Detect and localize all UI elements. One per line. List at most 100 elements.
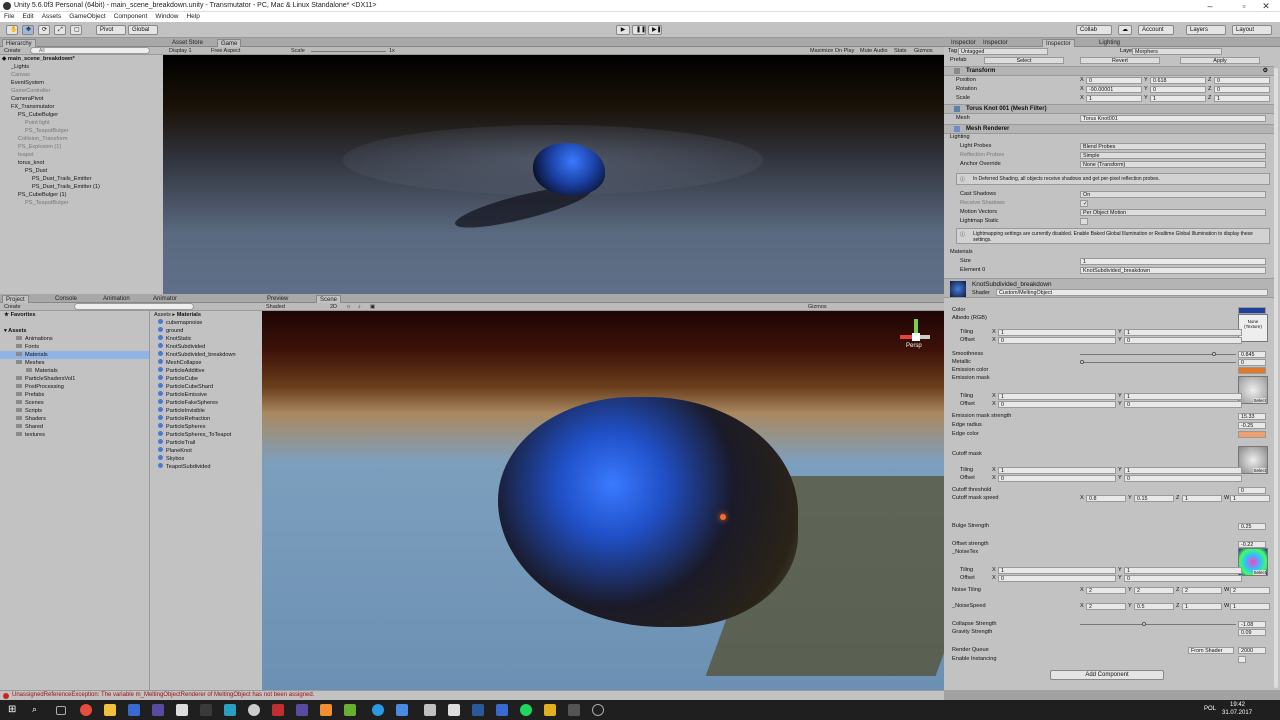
- layers-dropdown[interactable]: Layers: [1186, 25, 1226, 35]
- material-asset-item[interactable]: ParticleSpheres: [152, 423, 260, 431]
- material-element-field[interactable]: KnotSubdivided_breakdown: [1080, 266, 1266, 274]
- material-asset-item[interactable]: Skybox: [152, 455, 260, 463]
- tab-asset-store[interactable]: Asset Store: [169, 39, 206, 47]
- folder-item[interactable]: ParticleShadersVol1: [0, 375, 149, 383]
- tab-scene[interactable]: Scene: [316, 295, 342, 303]
- game-viewport[interactable]: [163, 55, 944, 294]
- scale-tool-icon[interactable]: ⤢: [54, 25, 66, 35]
- offset-field[interactable]: 0: [998, 474, 1116, 482]
- material-asset-item[interactable]: PlaneKnot: [152, 447, 260, 455]
- hierarchy-item[interactable]: EventSystem: [0, 79, 163, 87]
- folder-item[interactable]: Materials: [0, 351, 149, 359]
- tab-project[interactable]: Project: [2, 295, 29, 303]
- keyboard-language[interactable]: POL: [1204, 706, 1216, 712]
- clock-time[interactable]: 19:42: [1230, 702, 1245, 708]
- material-asset-item[interactable]: KnotSubdivided: [152, 343, 260, 351]
- tab-animation[interactable]: Animation: [100, 295, 133, 303]
- task-view-icon[interactable]: [56, 706, 66, 715]
- layer-dropdown[interactable]: Morphers: [1132, 47, 1222, 55]
- folder-item[interactable]: Scripts: [0, 407, 149, 415]
- menu-component[interactable]: Component: [110, 12, 152, 21]
- hierarchy-item[interactable]: PS_CubeBulger (1): [0, 191, 163, 199]
- folder-item[interactable]: Meshes: [0, 359, 149, 367]
- edge-color-swatch[interactable]: [1238, 430, 1266, 438]
- shader-dropdown[interactable]: Custom/MeltingObject: [996, 289, 1268, 296]
- render-queue-field[interactable]: 2000: [1238, 646, 1266, 654]
- pivot-toggle[interactable]: Pivot: [96, 25, 126, 35]
- smoothness-field[interactable]: 0.845: [1238, 350, 1266, 358]
- app-icon-3[interactable]: [200, 704, 212, 716]
- collapse-strength-slider[interactable]: [1080, 624, 1236, 625]
- hierarchy-item[interactable]: PS_TeapotBulger: [0, 199, 163, 207]
- cutoff-mask-speed-w-field[interactable]: 1: [1230, 494, 1270, 502]
- emission-mask-strength-field[interactable]: 15.33: [1238, 412, 1266, 420]
- tab-inspector-2[interactable]: Inspector: [980, 39, 1011, 47]
- hand-tool-icon[interactable]: ✋: [6, 25, 18, 35]
- material-asset-item[interactable]: ParticleCube: [152, 375, 260, 383]
- scale-slider[interactable]: [311, 51, 386, 52]
- transform-header[interactable]: Transform ⚙: [944, 66, 1274, 76]
- offset-field[interactable]: 0: [998, 574, 1116, 582]
- noise-speed-y-field[interactable]: 0.5: [1134, 602, 1174, 610]
- app-icon-2[interactable]: [176, 704, 188, 716]
- instancing-checkbox[interactable]: [1238, 655, 1246, 663]
- photoshop-icon[interactable]: [472, 704, 484, 716]
- renderer-checkbox[interactable]: [1080, 217, 1088, 225]
- inspector-scrollbar[interactable]: [1274, 68, 1278, 688]
- folder-item[interactable]: Fonts: [0, 343, 149, 351]
- menu-edit[interactable]: Edit: [18, 12, 37, 21]
- material-asset-item[interactable]: ParticleAdditive: [152, 367, 260, 375]
- chrome-icon[interactable]: [80, 704, 92, 716]
- folder-item[interactable]: Materials: [0, 367, 149, 375]
- renderer-dropdown[interactable]: Simple: [1080, 151, 1266, 159]
- offset-field[interactable]: 0: [998, 400, 1116, 408]
- tab-preview[interactable]: Preview: [264, 295, 291, 303]
- renderer-dropdown[interactable]: Per Object Motion: [1080, 208, 1266, 216]
- app-icon-4[interactable]: [224, 704, 236, 716]
- meshfilter-header[interactable]: Torus Knot 001 (Mesh Filter): [944, 104, 1274, 114]
- search-icon[interactable]: ⌕: [32, 704, 44, 716]
- 2d-toggle[interactable]: 2D: [330, 303, 337, 311]
- hierarchy-item[interactable]: PS_CubeBulger: [0, 111, 163, 119]
- collab-button[interactable]: Collab: [1076, 25, 1112, 35]
- add-component-button[interactable]: Add Component: [1050, 670, 1164, 680]
- material-asset-item[interactable]: cubemapnoise: [152, 319, 260, 327]
- offset-field[interactable]: 0: [1124, 474, 1242, 482]
- transform-z-field[interactable]: 0: [1214, 76, 1270, 84]
- tiling-field[interactable]: 1: [1124, 566, 1242, 574]
- material-header[interactable]: KnotSubdivided_breakdown Shader Custom/M…: [944, 278, 1274, 298]
- step-icon[interactable]: ▶❚: [648, 25, 662, 35]
- hierarchy-create-button[interactable]: Create: [4, 47, 21, 55]
- account-dropdown[interactable]: Account: [1138, 25, 1174, 35]
- menu-file[interactable]: File: [0, 12, 18, 21]
- material-asset-item[interactable]: ParticleRefraction: [152, 415, 260, 423]
- app-icon-7[interactable]: [344, 704, 356, 716]
- aspect-dropdown[interactable]: Free Aspect: [211, 47, 240, 55]
- material-asset-item[interactable]: ParticleTrail: [152, 439, 260, 447]
- maximize-on-play-toggle[interactable]: Maximize On Play: [810, 47, 854, 55]
- scene-orientation-gizmo[interactable]: Persp: [898, 319, 934, 353]
- layout-dropdown[interactable]: Layout: [1232, 25, 1272, 35]
- folder-item[interactable]: Shared: [0, 423, 149, 431]
- hierarchy-item[interactable]: _Lights: [0, 63, 163, 71]
- offset-field[interactable]: 0: [1124, 400, 1242, 408]
- cutoff-mask-speed-z-field[interactable]: 1: [1182, 494, 1222, 502]
- emission-color-swatch[interactable]: [1238, 366, 1266, 374]
- hierarchy-item[interactable]: Collision_Transform: [0, 135, 163, 143]
- rect-tool-icon[interactable]: ▢: [70, 25, 82, 35]
- noise-speed-w-field[interactable]: 1: [1230, 602, 1270, 610]
- play-icon[interactable]: ▶: [616, 25, 630, 35]
- transform-y-field[interactable]: 0: [1150, 85, 1206, 93]
- menu-window[interactable]: Window: [151, 12, 182, 21]
- material-asset-item[interactable]: KnotSubdivided_breakdown: [152, 351, 260, 359]
- material-asset-item[interactable]: ParticleSpheres_ToTeapot: [152, 431, 260, 439]
- tab-inspector-1[interactable]: Inspector: [948, 39, 979, 47]
- spotify-icon[interactable]: [520, 704, 532, 716]
- effects-toggle-icon[interactable]: ▣: [370, 303, 375, 311]
- status-bar[interactable]: UnassignedReferenceException: The variab…: [0, 690, 944, 700]
- folder-item[interactable]: PostProcessing: [0, 383, 149, 391]
- audio-toggle-icon[interactable]: ♪: [358, 303, 361, 311]
- hierarchy-search-input[interactable]: All: [30, 47, 150, 54]
- material-asset-item[interactable]: ParticleFakeSpheres: [152, 399, 260, 407]
- folder-item[interactable]: Prefabs: [0, 391, 149, 399]
